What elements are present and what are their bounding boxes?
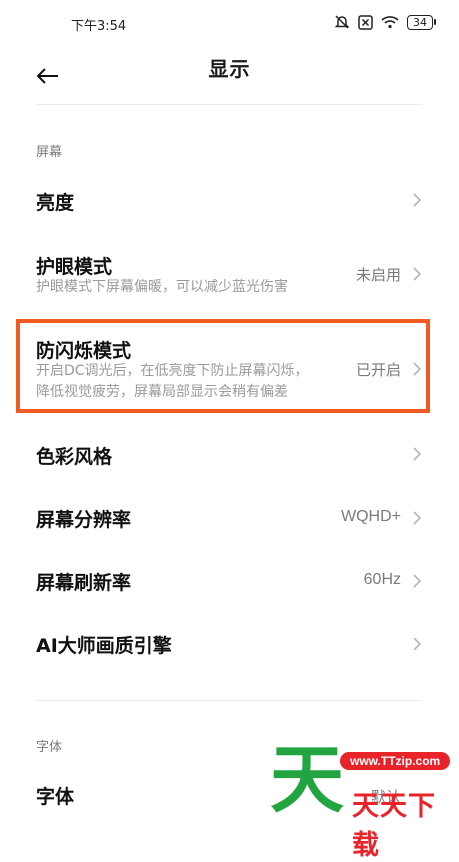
- header: 显示: [0, 48, 459, 104]
- chevron-right-icon: [413, 447, 422, 461]
- section-label-screen: 屏幕: [36, 145, 63, 160]
- status-bar: 下午3:54 34: [0, 0, 459, 48]
- row-resolution[interactable]: 屏幕分辨率 WQHD+: [0, 488, 459, 548]
- watermark-big-char: 天: [270, 737, 344, 823]
- row-subtitle-line1: 开启DC调光后，在低亮度下防止屏幕闪烁，: [36, 363, 309, 379]
- wifi-icon: [381, 16, 399, 29]
- section-divider: [36, 700, 422, 701]
- row-value: WQHD+: [341, 508, 401, 525]
- no-sim-icon: [358, 14, 373, 30]
- row-value: 60Hz: [363, 571, 401, 588]
- mute-bell-icon: [334, 15, 350, 29]
- row-title: 防闪烁模式: [36, 340, 132, 362]
- row-value: 未启用: [355, 266, 401, 284]
- row-title: AI大师画质引擎: [36, 635, 172, 657]
- row-ai-engine[interactable]: AI大师画质引擎: [0, 614, 459, 674]
- row-title: 亮度: [36, 192, 75, 214]
- chevron-right-icon: [413, 362, 422, 376]
- watermark-logo: 天 www.TTzip.com 天天下载: [270, 737, 459, 861]
- watermark-text: 天天下载: [352, 791, 436, 861]
- back-button[interactable]: [28, 56, 68, 96]
- row-title: 字体: [36, 786, 75, 808]
- section-label-font: 字体: [36, 740, 63, 755]
- row-color-style[interactable]: 色彩风格: [0, 424, 459, 484]
- chevron-right-icon: [413, 511, 422, 525]
- status-time: 下午3:54: [71, 19, 127, 34]
- page-title: 显示: [208, 57, 251, 81]
- arrow-left-icon: [36, 68, 58, 84]
- watermark-url: www.TTzip.com: [340, 752, 451, 770]
- row-subtitle-line2: 降低视觉疲劳，屏幕局部显示会稍有偏差: [36, 384, 288, 400]
- row-title: 护眼模式: [36, 256, 113, 278]
- chevron-right-icon: [413, 637, 422, 651]
- row-refresh-rate[interactable]: 屏幕刷新率 60Hz: [0, 551, 459, 611]
- battery-indicator: 34: [407, 14, 436, 30]
- row-title: 屏幕刷新率: [36, 572, 132, 594]
- status-icons: 34: [334, 14, 436, 30]
- row-value: 已开启: [355, 361, 401, 379]
- row-subtitle: 护眼模式下屏幕偏暖，可以减少蓝光伤害: [36, 279, 288, 295]
- row-brightness[interactable]: 亮度: [0, 170, 459, 230]
- row-title: 色彩风格: [36, 446, 113, 468]
- row-title: 屏幕分辨率: [36, 509, 132, 531]
- chevron-right-icon: [413, 574, 422, 588]
- header-divider: [36, 104, 422, 105]
- chevron-right-icon: [413, 193, 422, 207]
- row-eye-care[interactable]: 护眼模式 护眼模式下屏幕偏暖，可以减少蓝光伤害 未启用: [0, 240, 459, 310]
- chevron-right-icon: [413, 267, 422, 281]
- row-anti-flicker[interactable]: 防闪烁模式 开启DC调光后，在低亮度下防止屏幕闪烁， 降低视觉疲劳，屏幕局部显示…: [0, 325, 459, 407]
